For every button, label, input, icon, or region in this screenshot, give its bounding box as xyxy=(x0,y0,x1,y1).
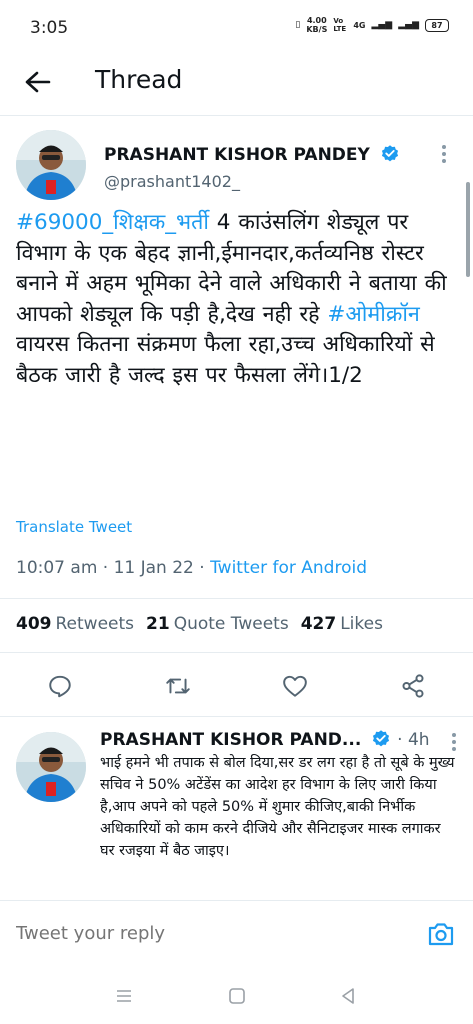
more-options-button[interactable] xyxy=(441,142,447,166)
battery-icon: 87 xyxy=(425,18,449,32)
network-type: 4G xyxy=(353,20,366,30)
translate-tweet-link[interactable]: Translate Tweet xyxy=(16,518,132,536)
reply-input[interactable] xyxy=(16,923,396,944)
tweet-source-link[interactable]: Twitter for Android xyxy=(210,558,367,578)
status-bar: 3:05 ▯ 4.00 KB/S Vo LTE 4G ▂▄▆ ▂▄▆ 87 xyxy=(0,0,473,48)
tweet-actions xyxy=(0,664,473,708)
quote-tweets-stat[interactable]: 21 Quote Tweets xyxy=(146,614,289,634)
app-header: Thread xyxy=(0,48,473,116)
hashtag-link[interactable]: #ओमीक्रॉन xyxy=(327,302,419,327)
reply-author-avatar[interactable] xyxy=(16,732,86,802)
like-icon xyxy=(283,675,307,697)
tweet-time: 10:07 am xyxy=(16,558,98,578)
back-arrow-icon xyxy=(25,71,51,93)
back-nav-icon xyxy=(342,988,354,1004)
reply-header[interactable]: PRASHANT KISHOR PAND... · 4h xyxy=(100,729,430,750)
author-avatar[interactable] xyxy=(16,130,86,200)
page-title: Thread xyxy=(95,65,183,94)
signal-icon: ▂▄▆ xyxy=(371,20,393,30)
retweet-icon xyxy=(166,678,190,694)
stats-top-divider xyxy=(0,598,473,599)
reply-composer xyxy=(0,900,473,968)
tweet-text: #69000_शिक्षक_भर्ती 4 काउंसलिंग शेड्यूल … xyxy=(16,208,456,391)
camera-icon xyxy=(428,923,454,946)
network-speed: 4.00 KB/S xyxy=(306,16,328,34)
camera-button[interactable] xyxy=(427,921,455,947)
hashtag-link[interactable]: #69000_शिक्षक_भर्ती xyxy=(16,210,209,235)
reply-button[interactable] xyxy=(46,672,74,700)
header-divider xyxy=(0,115,473,116)
like-button[interactable] xyxy=(281,672,309,700)
more-vertical-icon xyxy=(451,733,457,751)
retweet-button[interactable] xyxy=(164,672,192,700)
tweet-date: 11 Jan 22 xyxy=(113,558,194,578)
signal-icon-2: ▂▄▆ xyxy=(398,20,419,30)
status-time: 3:05 xyxy=(30,18,69,38)
tweet-stats: 409 Retweets 21 Quote Tweets 427 Likes xyxy=(16,614,383,634)
reply-more-options-button[interactable] xyxy=(451,730,457,754)
scrollbar[interactable] xyxy=(466,182,470,277)
reply-time: 4h xyxy=(407,730,430,750)
reply-icon xyxy=(49,675,71,698)
stats-bottom-divider xyxy=(0,652,473,653)
back-button[interactable] xyxy=(20,64,56,100)
share-button[interactable] xyxy=(399,672,427,700)
thread-divider xyxy=(0,716,473,717)
home-nav-button[interactable] xyxy=(227,986,247,1006)
reply-text[interactable]: भाई हमने भी तपाक से बोल दिया,सर डर लग रह… xyxy=(100,752,458,900)
retweets-stat[interactable]: 409 Retweets xyxy=(16,614,134,634)
system-nav-bar xyxy=(0,968,473,1024)
reply-author-name: PRASHANT KISHOR PAND... xyxy=(100,730,362,750)
home-icon xyxy=(229,988,245,1004)
likes-stat[interactable]: 427 Likes xyxy=(301,614,383,634)
menu-icon xyxy=(117,990,131,1002)
menu-nav-button[interactable] xyxy=(114,986,134,1006)
more-vertical-icon xyxy=(441,145,447,163)
verified-badge-icon xyxy=(373,730,390,747)
volte-indicator: Vo LTE xyxy=(333,17,347,33)
verified-badge-icon xyxy=(381,145,398,162)
author-handle[interactable]: @prashant1402_ xyxy=(104,172,240,191)
share-icon xyxy=(402,674,424,698)
status-indicators: ▯ 4.00 KB/S Vo LTE 4G ▂▄▆ ▂▄▆ 87 xyxy=(295,16,449,34)
back-nav-button[interactable] xyxy=(338,986,358,1006)
tweet-meta: 10:07 am · 11 Jan 22 · Twitter for Andro… xyxy=(16,558,367,578)
vibrate-icon: ▯ xyxy=(295,20,301,30)
tweet-text-part: वायरस कितना संक्रमण फैला रहा,उच्च अधिकार… xyxy=(16,332,435,388)
author-name[interactable]: PRASHANT KISHOR PANDEY xyxy=(104,144,400,165)
